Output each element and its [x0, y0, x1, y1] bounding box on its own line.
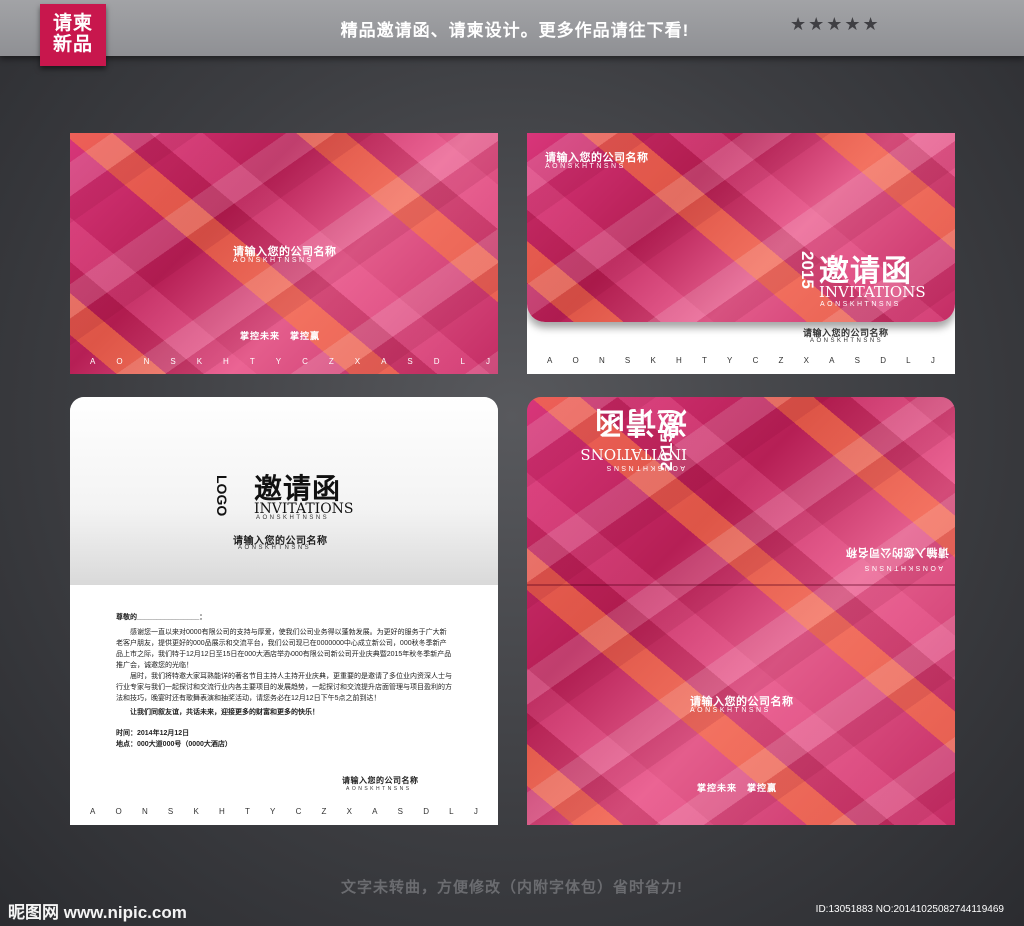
- salutation: 尊敬的________________：: [116, 614, 207, 621]
- paragraph-1: 感谢您一直以来对0000有限公司的支持与厚爱，使我们公司业务得以蓬勃发展。为更好…: [116, 629, 452, 669]
- company-name-en: AONSKHTNSNS: [820, 301, 901, 308]
- signature-company-en: AONSKHTNSNS: [346, 786, 412, 792]
- company-name-en-small: AONSKHTNSNS: [810, 338, 884, 344]
- top-banner: 精品邀请函、请柬设计。更多作品请往下看! ★★★★★: [0, 0, 1024, 56]
- image-id: ID:13051883 NO:20141025082744119469: [815, 904, 1004, 915]
- badge-line-2: 新品: [52, 34, 93, 55]
- card-back-cover: 请输入您的公司名称 AONSKHTNSNS 2015 邀请函 INVITATIO…: [527, 133, 955, 374]
- rating-stars: ★★★★★: [790, 14, 881, 34]
- invitation-title-en: INVITATIONS: [819, 283, 926, 301]
- alphabet-row: AONSKHTYCZXASDLJ: [90, 807, 478, 816]
- letter-body: 尊敬的________________： 感谢您一直以来对0000有限公司的支持…: [116, 612, 452, 750]
- company-name-en: AONSKHTNSNS: [545, 163, 626, 170]
- company-name-en: AONSKHTNSNS: [862, 564, 943, 571]
- badge-line-1: 请柬: [52, 13, 93, 34]
- card-folded-outside: 邀请函 INVITATIONS AONSKHTNSNS 2015 请输入您的公司…: [527, 397, 955, 825]
- card-inside-letter: LOGO 邀请函 INVITATIONS AONSKHTNSNS 请输入您的公司…: [70, 397, 498, 825]
- closing-line: 让我们同叙友谊，共话未来，迎接更多的财富和更多的快乐！: [130, 709, 319, 716]
- slogan: 掌控未来 掌控赢: [240, 331, 321, 341]
- logo-text: LOGO: [214, 475, 230, 517]
- year-label: 2015: [798, 251, 817, 289]
- slogan: 掌控未来 掌控赢: [697, 783, 778, 793]
- footer-note: 文字未转曲，方便修改（内附字体包）省时省力!: [341, 879, 683, 896]
- company-name-en: AONSKHTNSNS: [256, 515, 330, 521]
- card-front-cover: 请输入您的公司名称 AONSKHTNSNS 掌控未来 掌控赢 AONSKHTYC…: [70, 133, 498, 374]
- company-name-en: AONSKHTNSNS: [238, 545, 312, 551]
- company-name-en: AONSKHTNSNS: [233, 257, 314, 264]
- event-place: 地点：000大道000号（0000大酒店）: [116, 741, 232, 748]
- flipped-company-block: 请输入您的公司名称 AONSKHTNSNS: [829, 545, 950, 573]
- fold-line: [527, 584, 955, 586]
- site-watermark: 昵图网 www.nipic.com: [8, 903, 187, 922]
- company-name-en: AONSKHTNSNS: [690, 707, 771, 714]
- year-label: 2015: [657, 433, 676, 471]
- new-product-badge: 请柬 新品: [40, 4, 106, 66]
- signature-company: 请输入您的公司名称: [342, 776, 419, 785]
- alphabet-row: AONSKHTYCZXASDLJ: [547, 356, 935, 365]
- event-time: 时间：2014年12月12日: [116, 730, 190, 737]
- company-name: 请输入您的公司名称: [845, 546, 950, 558]
- alphabet-row: AONSKHTYCZXASDLJ: [90, 357, 490, 366]
- paragraph-2: 届时，我们将特邀大家耳熟能详的著名节目主持人主持开业庆典，更重要的是邀请了多位业…: [116, 673, 452, 702]
